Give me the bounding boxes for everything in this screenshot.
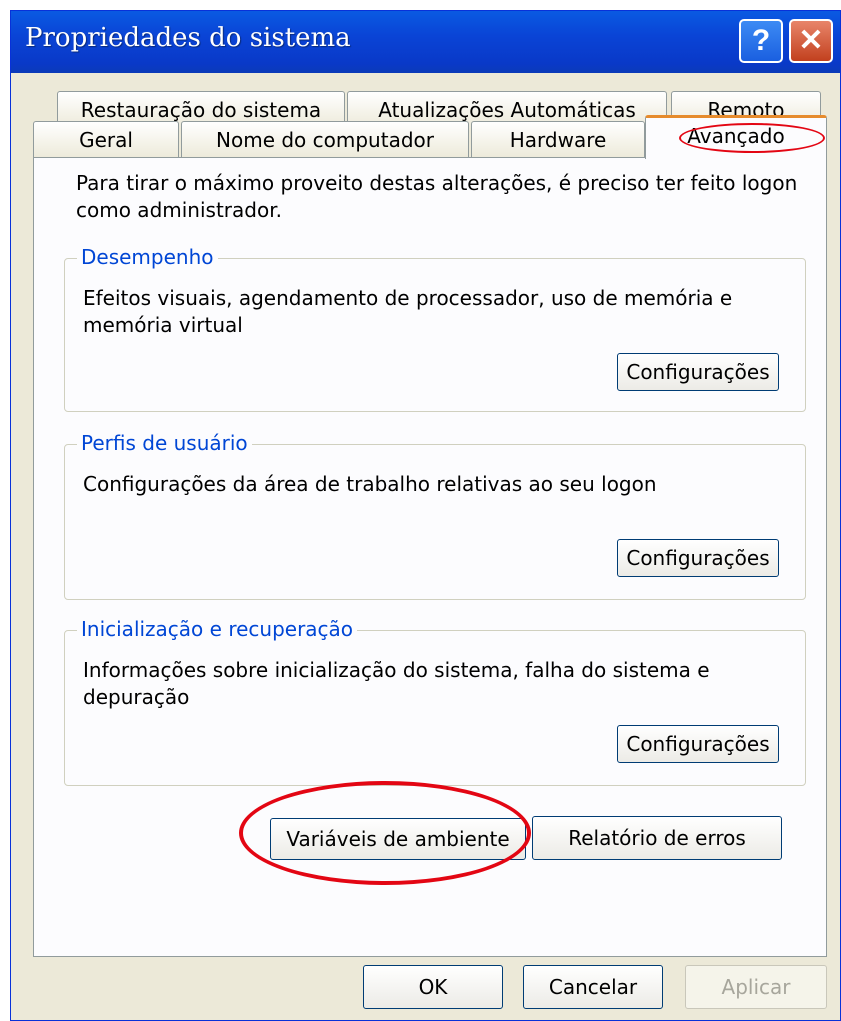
group-legend: Perfis de usuário [77,431,252,455]
performance-group: Desempenho Efeitos visuais, agendamento … [64,245,806,412]
error-reporting-button[interactable]: Relatório de erros [532,816,782,860]
cancel-button[interactable]: Cancelar [523,965,663,1009]
startup-recovery-group: Inicialização e recuperação Informações … [64,617,806,786]
window-title: Propriedades do sistema [25,23,351,53]
performance-settings-button[interactable]: Configurações [617,353,779,391]
help-icon[interactable]: ? [739,19,783,63]
admin-notice: Para tirar o máximo proveito destas alte… [76,171,798,222]
tab-avancado[interactable]: Avançado [645,115,827,159]
ok-button[interactable]: OK [363,965,503,1009]
tab-hardware[interactable]: Hardware [471,121,645,159]
title-bar[interactable]: Propriedades do sistema ? ✕ [11,11,840,73]
group-description: Informações sobre inicialização do siste… [83,658,710,709]
tab-label: Atualizações Automáticas [378,98,636,122]
tab-label: Geral [79,128,133,152]
user-profiles-settings-button[interactable]: Configurações [617,539,779,577]
tab-nome-do-computador[interactable]: Nome do computador [181,121,469,159]
tab-geral[interactable]: Geral [33,121,179,159]
startup-recovery-settings-button[interactable]: Configurações [617,725,779,763]
advanced-tab-panel: Para tirar o máximo proveito destas alte… [33,157,827,957]
group-legend: Desempenho [77,245,218,269]
tab-label: Restauração do sistema [80,98,322,122]
apply-button[interactable]: Aplicar [685,965,827,1009]
group-legend: Inicialização e recuperação [77,617,358,641]
user-profiles-group: Perfis de usuário Configurações da área … [64,431,806,600]
tab-label: Nome do computador [216,128,434,152]
system-properties-dialog: Propriedades do sistema ? ✕ Restauração … [10,10,841,1021]
environment-variables-button[interactable]: Variáveis de ambiente [270,818,526,860]
group-description: Configurações da área de trabalho relati… [83,472,657,496]
close-icon[interactable]: ✕ [789,19,833,63]
tab-label: Hardware [509,128,607,152]
tab-label: Avançado [687,124,785,148]
group-description: Efeitos visuais, agendamento de processa… [83,286,733,337]
